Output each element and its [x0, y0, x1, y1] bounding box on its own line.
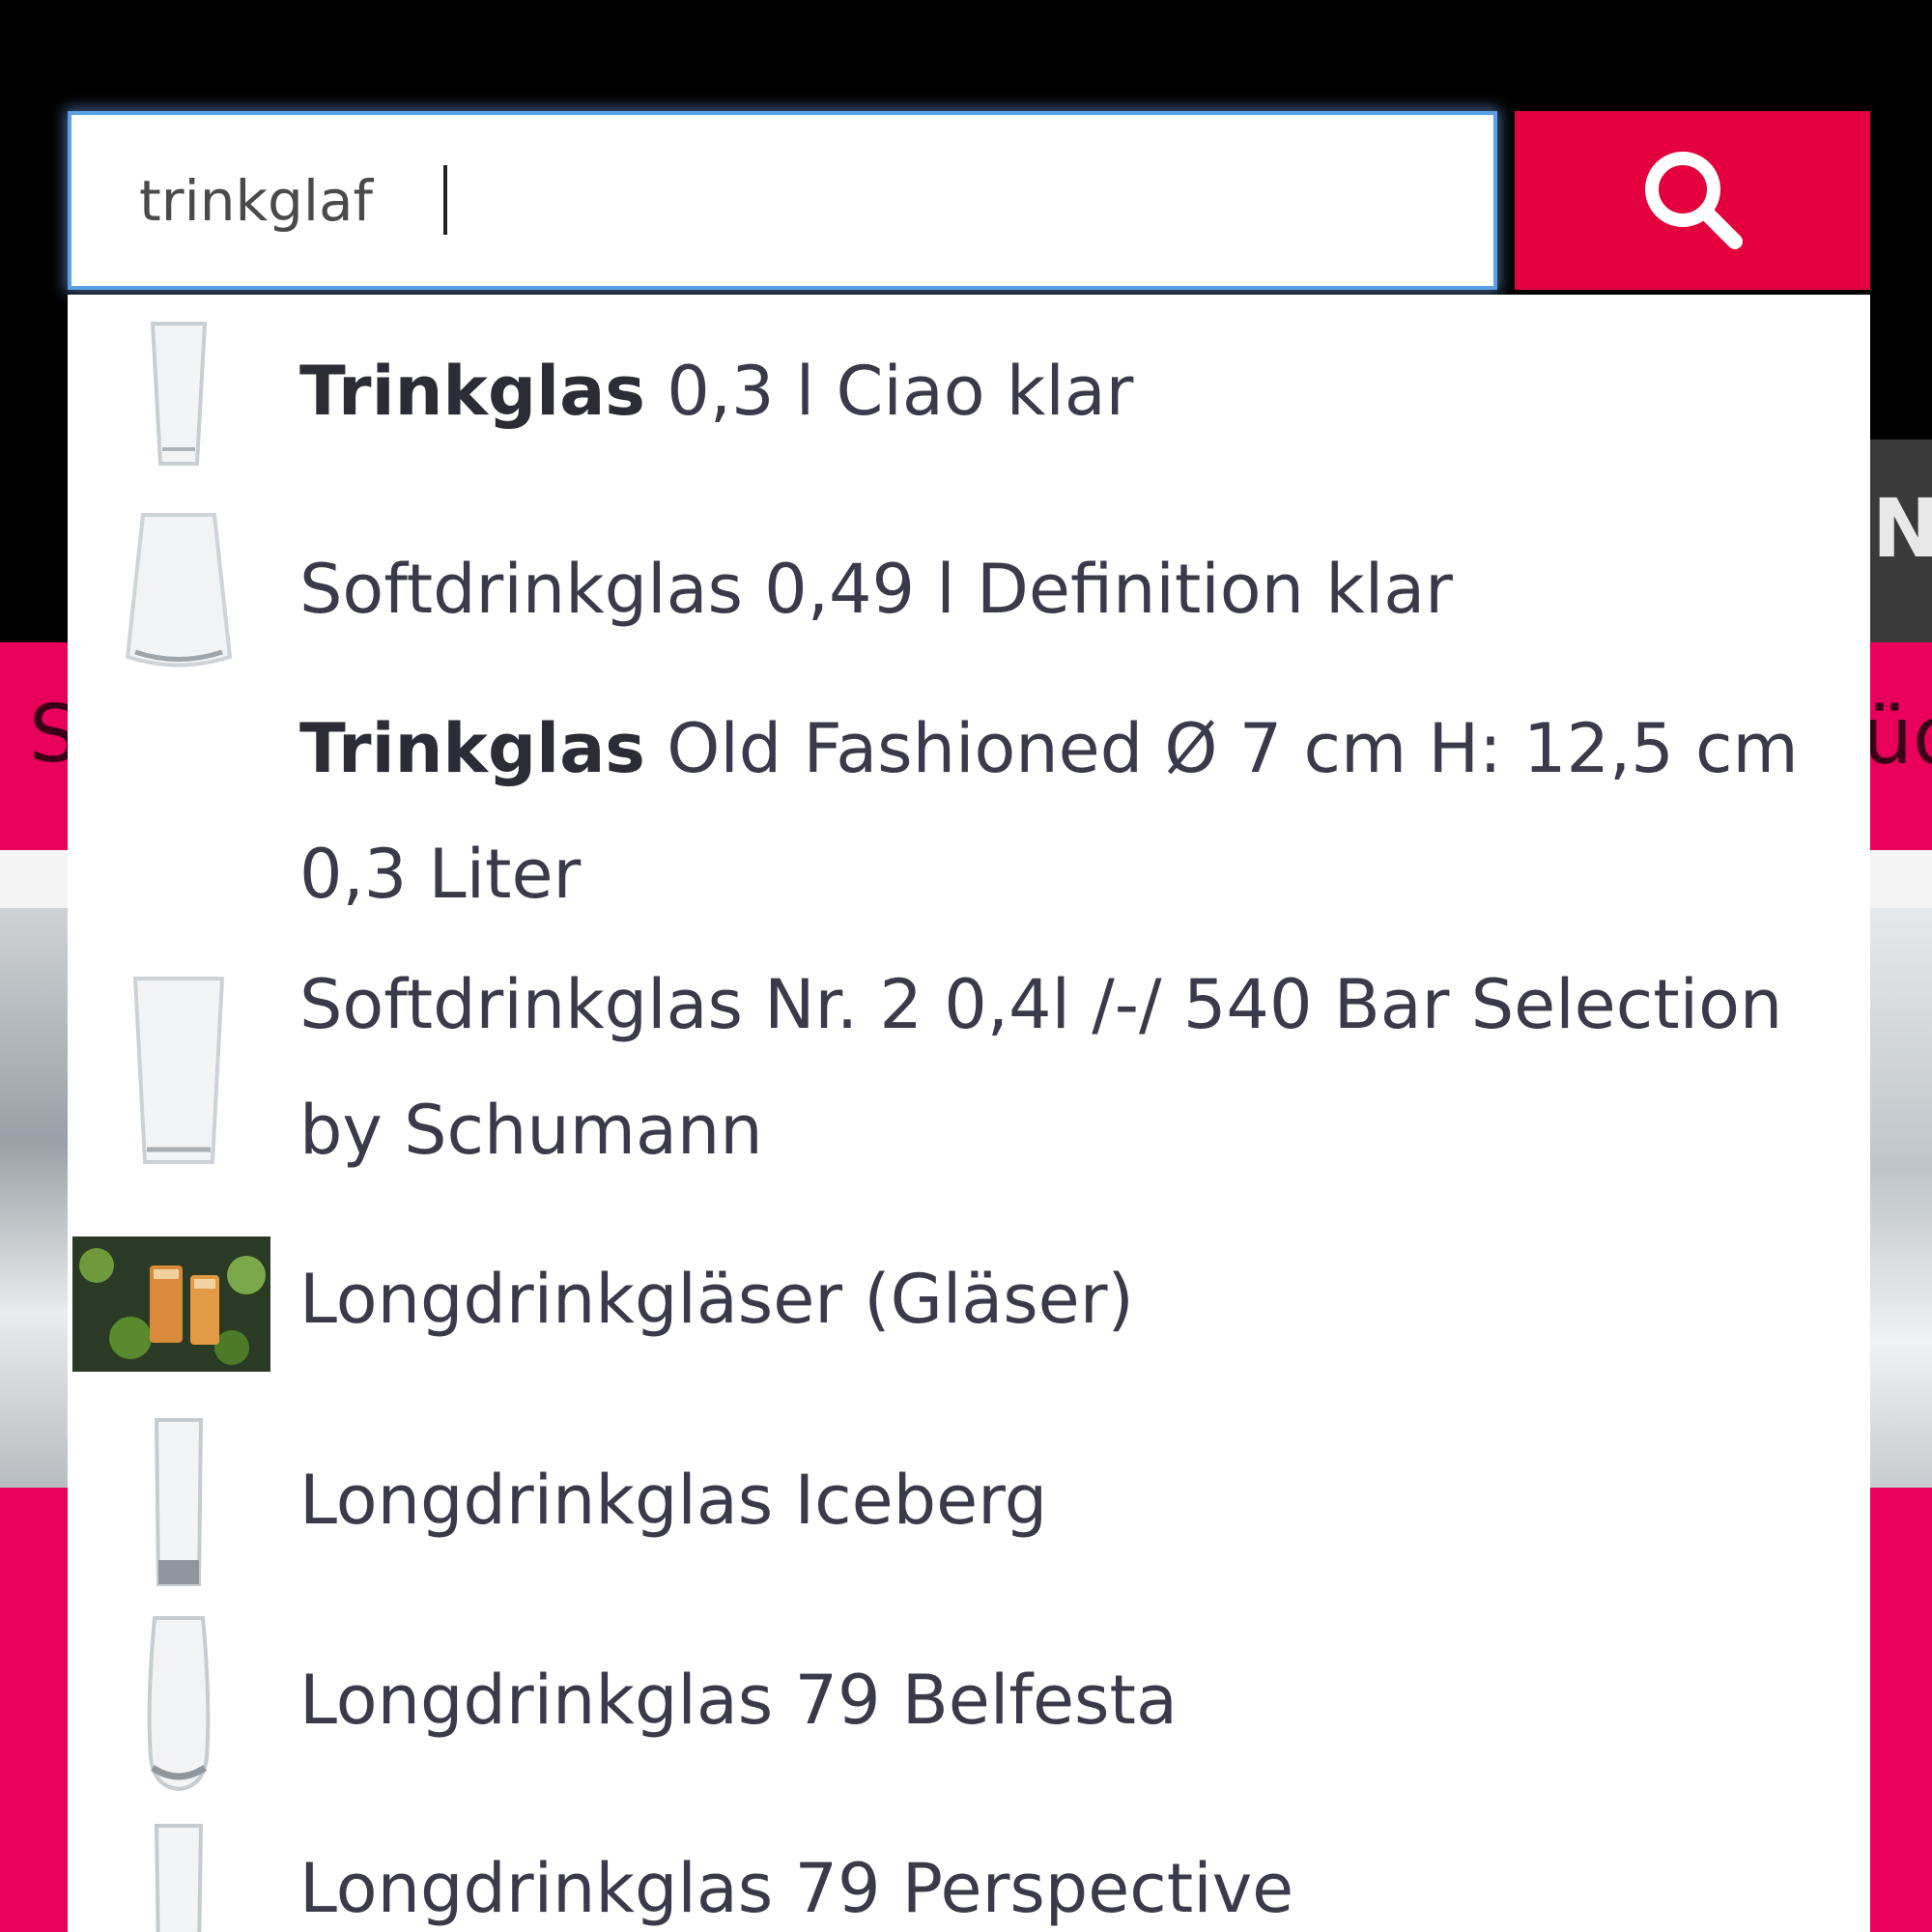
- suggestion-match: Trinkglas: [299, 352, 645, 431]
- category-photo-icon: [72, 1236, 270, 1372]
- hero-image-right: [1869, 908, 1932, 1488]
- suggestion-text: Softdrinkglas 0,49 l Definition klar: [299, 526, 1453, 652]
- nav-item-partial-label: N: [1872, 481, 1932, 576]
- suggestion-item[interactable]: Trinkglas Old Fashioned Ø 7 cm H: 12,5 c…: [68, 686, 1870, 942]
- suggestion-item[interactable]: Longdrinkglas Iceberg: [68, 1401, 1870, 1604]
- glass-wide-icon: [97, 507, 261, 676]
- suggestion-text: Trinkglas Old Fashioned Ø 7 cm H: 12,5 c…: [299, 686, 1864, 937]
- suggestion-rest: Softdrinkglas 0,49 l Definition klar: [299, 550, 1453, 629]
- glass-slim-icon: [97, 1821, 261, 1932]
- suggestion-item[interactable]: Longdrinkgläser (Gläser): [68, 1217, 1870, 1401]
- suggestion-item[interactable]: Softdrinkglas 0,49 l Definition klar: [68, 493, 1870, 686]
- suggestion-rest: Longdrinkglas 79 Perspective: [299, 1849, 1294, 1928]
- suggestion-rest: Longdrinkglas 79 Belfesta: [299, 1661, 1178, 1740]
- search-suggestions-dropdown: Trinkglas 0,3 l Ciao klar Softdrinkglas …: [68, 295, 1870, 1932]
- suggestion-text: Longdrinkglas 79 Perspective: [299, 1826, 1293, 1932]
- glass-tall-icon: [97, 314, 261, 478]
- suggestion-text: Longdrinkglas Iceberg: [299, 1437, 1047, 1563]
- suggestion-item[interactable]: Trinkglas 0,3 l Ciao klar: [68, 295, 1870, 493]
- suggestion-item[interactable]: Longdrinkglas 79 Perspective: [68, 1802, 1870, 1932]
- suggestion-rest: Softdrinkglas Nr. 2 0,4l /-/ 540 Bar Sel…: [299, 965, 1783, 1170]
- glass-slim-icon: [97, 1415, 261, 1594]
- suggestion-match: Trinkglas: [299, 709, 645, 788]
- suggestion-text: Longdrinkglas 79 Belfesta: [299, 1637, 1178, 1763]
- suggestion-text: Softdrinkglas Nr. 2 0,4l /-/ 540 Bar Sel…: [299, 942, 1845, 1193]
- suggestion-text: Longdrinkgläser (Gläser): [299, 1236, 1134, 1362]
- suggestion-item[interactable]: Softdrinkglas Nr. 2 0,4l /-/ 540 Bar Sel…: [68, 942, 1870, 1217]
- search-field[interactable]: [68, 111, 1497, 290]
- suggestion-rest: Longdrinkgläser (Gläser): [299, 1260, 1134, 1339]
- suggestion-rest: Longdrinkglas Iceberg: [299, 1461, 1048, 1540]
- suggestion-rest: 0,3 l Ciao klar: [644, 352, 1134, 431]
- search-button[interactable]: [1515, 111, 1870, 290]
- search-input[interactable]: [71, 115, 1493, 286]
- text-caret: [443, 165, 447, 235]
- hero-image-left: [0, 908, 68, 1488]
- suggestion-text: Trinkglas 0,3 l Ciao klar: [299, 328, 1133, 454]
- glass-tumbler-icon: [97, 971, 261, 1174]
- suggestion-item[interactable]: Longdrinkglas 79 Belfesta: [68, 1604, 1870, 1802]
- promo-band-right-text: üd: [1862, 691, 1932, 782]
- glass-curved-icon: [97, 1613, 261, 1797]
- search-icon: [1634, 141, 1750, 260]
